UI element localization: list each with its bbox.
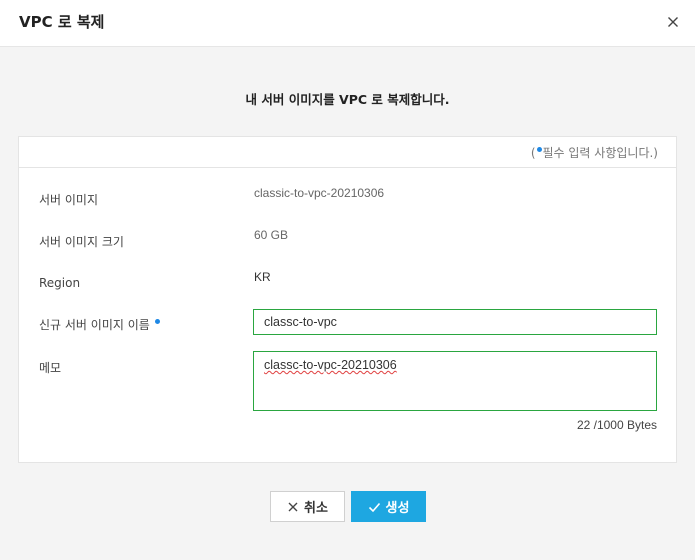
new-image-name-input[interactable] (253, 309, 657, 335)
required-note-text: 필수 입력 사항입니다.) (542, 146, 659, 160)
region-value: KR (254, 270, 271, 284)
clone-to-vpc-dialog: VPC 로 복제 내 서버 이미지를 VPC 로 복제합니다. ( 필수 입력 사… (0, 0, 695, 560)
memo-label: 메모 (39, 361, 62, 375)
required-note-prefix: ( (530, 146, 536, 160)
memo-textarea[interactable]: classc-to-vpc-20210306 (253, 351, 657, 411)
create-button-label: 생성 (385, 501, 410, 516)
check-icon (368, 502, 380, 512)
cancel-button-label: 취소 (304, 501, 328, 516)
required-dot-icon (536, 147, 542, 152)
dialog-subtitle: 내 서버 이미지를 VPC 로 복제합니다. (245, 92, 450, 107)
required-dot-icon (154, 319, 160, 324)
close-icon (668, 17, 678, 27)
region-label: Region (39, 276, 81, 290)
create-button[interactable]: 생성 (351, 491, 426, 522)
byte-counter: 22 /1000 Bytes (576, 418, 657, 432)
required-note: ( 필수 입력 사항입니다.) (531, 144, 658, 161)
image-size-label: 서버 이미지 크기 (39, 235, 124, 249)
x-icon (288, 502, 298, 511)
close-button[interactable] (665, 14, 681, 30)
dialog-title: VPC 로 복제 (19, 13, 105, 31)
dialog-header: VPC 로 복제 (0, 0, 695, 47)
new-image-name-label: 신규 서버 이미지 이름 (39, 316, 161, 333)
new-image-name-label-text: 신규 서버 이미지 이름 (39, 318, 150, 332)
server-image-label: 서버 이미지 (39, 193, 99, 207)
cancel-button[interactable]: 취소 (270, 491, 345, 522)
server-image-value: classic-to-vpc-20210306 (254, 186, 385, 200)
panel-header: ( 필수 입력 사항입니다.) (19, 137, 676, 168)
image-size-value: 60 GB (254, 228, 289, 242)
form-panel: ( 필수 입력 사항입니다.) 서버 이미지 classic-to-vpc-202… (18, 136, 677, 463)
